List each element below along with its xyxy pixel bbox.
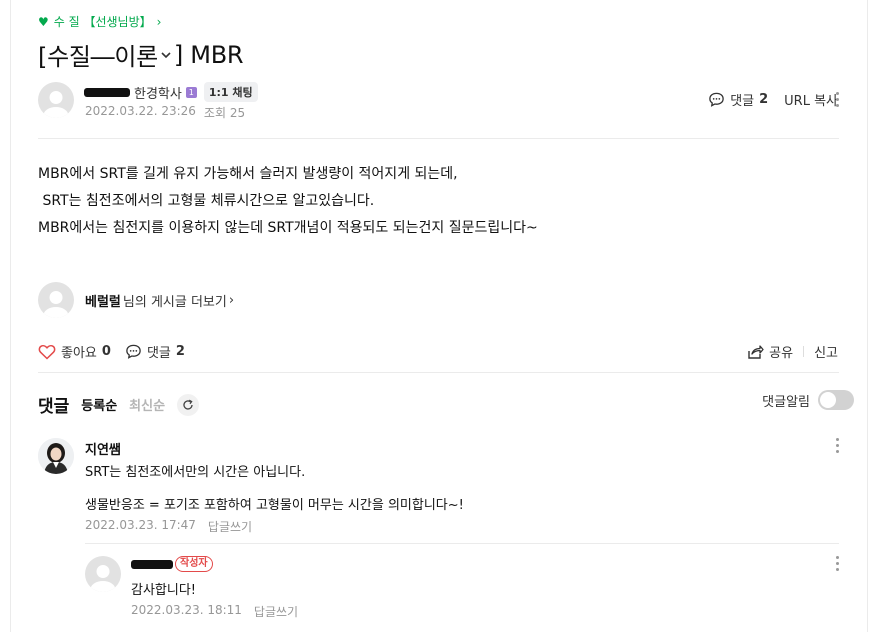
comment-more-icon[interactable]: [836, 556, 840, 572]
profile-photo: [38, 438, 74, 474]
comment-date: 2022.03.23. 17:47: [85, 518, 196, 532]
reaction-bar: 좋아요 0 댓글 2: [38, 342, 185, 361]
post-body-line: SRT는 침전조에서의 고형물 체류시간으로 알고있습니다.: [38, 193, 375, 209]
more-posts-link[interactable]: 베럴럴 님의 게시글 더보기 ›: [85, 291, 234, 310]
reply-text: 감사합니다!: [131, 583, 197, 598]
more-posts-label: 님의 게시글 더보기: [122, 295, 227, 310]
chevron-right-icon: ›: [156, 14, 162, 29]
post-meta: 2022.03.22. 23:26 조회 25: [85, 104, 245, 121]
comment-toggle-button[interactable]: 댓글 2: [125, 342, 185, 361]
comment-count: 2: [759, 92, 769, 107]
divider: [38, 138, 839, 139]
reply-button[interactable]: 답글쓰기: [208, 518, 252, 535]
commenter-name[interactable]: 지연쌤: [85, 439, 121, 458]
content-frame-left: [10, 0, 11, 632]
board-link-label: 수 질 【선생님방】: [53, 15, 152, 29]
share-button[interactable]: 공유: [746, 342, 793, 361]
post-title-tail: ] MBR: [173, 40, 244, 69]
post-top-actions: 댓글 2 URL 복사: [708, 90, 838, 109]
content-frame-right: [867, 0, 868, 632]
comment-notify: 댓글알림: [762, 390, 854, 410]
commenter-avatar[interactable]: [38, 438, 74, 474]
divider: [38, 372, 839, 373]
post-title: [수질―이론 ] MBR: [38, 37, 244, 72]
share-label: 공유: [769, 346, 794, 361]
comment-bubble-icon: [126, 344, 141, 359]
writer-avatar[interactable]: [38, 282, 74, 318]
post-body: MBR에서 SRT를 길게 유지 가능해서 슬러지 발생량이 적어지게 되는데,…: [38, 161, 538, 242]
author-avatar[interactable]: [38, 82, 74, 118]
reply-author-line: 작성자: [131, 556, 213, 572]
url-copy-button[interactable]: URL 복사: [784, 90, 838, 109]
redacted-nickname: [131, 559, 173, 569]
share-icon: [748, 344, 764, 359]
chat-button[interactable]: 1:1 채팅: [203, 82, 258, 102]
author-nickname[interactable]: 한경학사: [134, 83, 182, 102]
reply-date: 2022.03.23. 18:11: [131, 603, 242, 617]
post-title-head: [수질―이론: [38, 43, 158, 71]
author-line: 한경학사 1 1:1 채팅: [84, 82, 258, 102]
comment-meta: 2022.03.23. 17:47 답글쓰기: [85, 518, 252, 535]
divider: [85, 543, 839, 544]
refresh-button[interactable]: [177, 393, 200, 416]
post-body-line: MBR에서 SRT를 길게 유지 가능해서 슬러지 발생량이 적어지게 되는데,: [38, 166, 458, 182]
comments-header: 댓글 등록순 최신순: [38, 392, 200, 417]
comment-text: 생물반응조 = 포기조 포함하여 고형물이 머무는 시간을 의미합니다~!: [85, 498, 464, 513]
report-button[interactable]: 신고: [814, 342, 838, 361]
comment-text: SRT는 침전조에서만의 시간은 아닙니다.: [85, 465, 306, 480]
sort-register-button[interactable]: 등록순: [81, 395, 117, 414]
comment-label: 댓글: [730, 94, 755, 109]
comment-notify-toggle[interactable]: [818, 390, 854, 410]
comment-label: 댓글: [146, 346, 171, 361]
comment-count-button[interactable]: 댓글 2: [708, 90, 768, 109]
heart-outline-icon: [38, 344, 56, 360]
reply-button[interactable]: 답글쓰기: [254, 603, 298, 620]
post-views: 조회 25: [203, 106, 246, 120]
post-more-icon[interactable]: [836, 92, 840, 108]
comments-title: 댓글: [38, 397, 70, 417]
share-area: 공유 신고: [746, 342, 838, 361]
separator: [803, 346, 805, 357]
comment-count: 2: [175, 344, 185, 359]
like-button[interactable]: 좋아요 0: [38, 342, 111, 361]
chevron-down-icon: [161, 51, 171, 58]
refresh-icon: [183, 399, 193, 410]
post-body-line: MBR에서는 침전지를 이용하지 않는데 SRT개념이 적용되도 되는건지 질문…: [38, 220, 538, 236]
writer-badge: 작성자: [175, 556, 213, 572]
reply-author-avatar[interactable]: [85, 556, 121, 592]
reply-meta: 2022.03.23. 18:11 답글쓰기: [131, 603, 298, 620]
comment-notify-label: 댓글알림: [762, 394, 810, 410]
sort-latest-button[interactable]: 최신순: [129, 395, 165, 414]
post-date: 2022.03.22. 23:26: [85, 104, 196, 118]
heart-icon: ♥: [38, 14, 49, 29]
member-grade-icon: 1: [185, 86, 197, 98]
writer-nickname: 베럴럴: [85, 295, 121, 310]
comment-more-icon[interactable]: [836, 438, 840, 454]
comment-bubble-icon: [709, 92, 724, 107]
chevron-right-icon: ›: [228, 293, 235, 308]
board-link[interactable]: ♥ 수 질 【선생님방】 ›: [38, 13, 161, 30]
redacted-nickname: [84, 87, 130, 97]
like-count: 0: [101, 344, 111, 359]
like-label: 좋아요: [61, 346, 97, 361]
